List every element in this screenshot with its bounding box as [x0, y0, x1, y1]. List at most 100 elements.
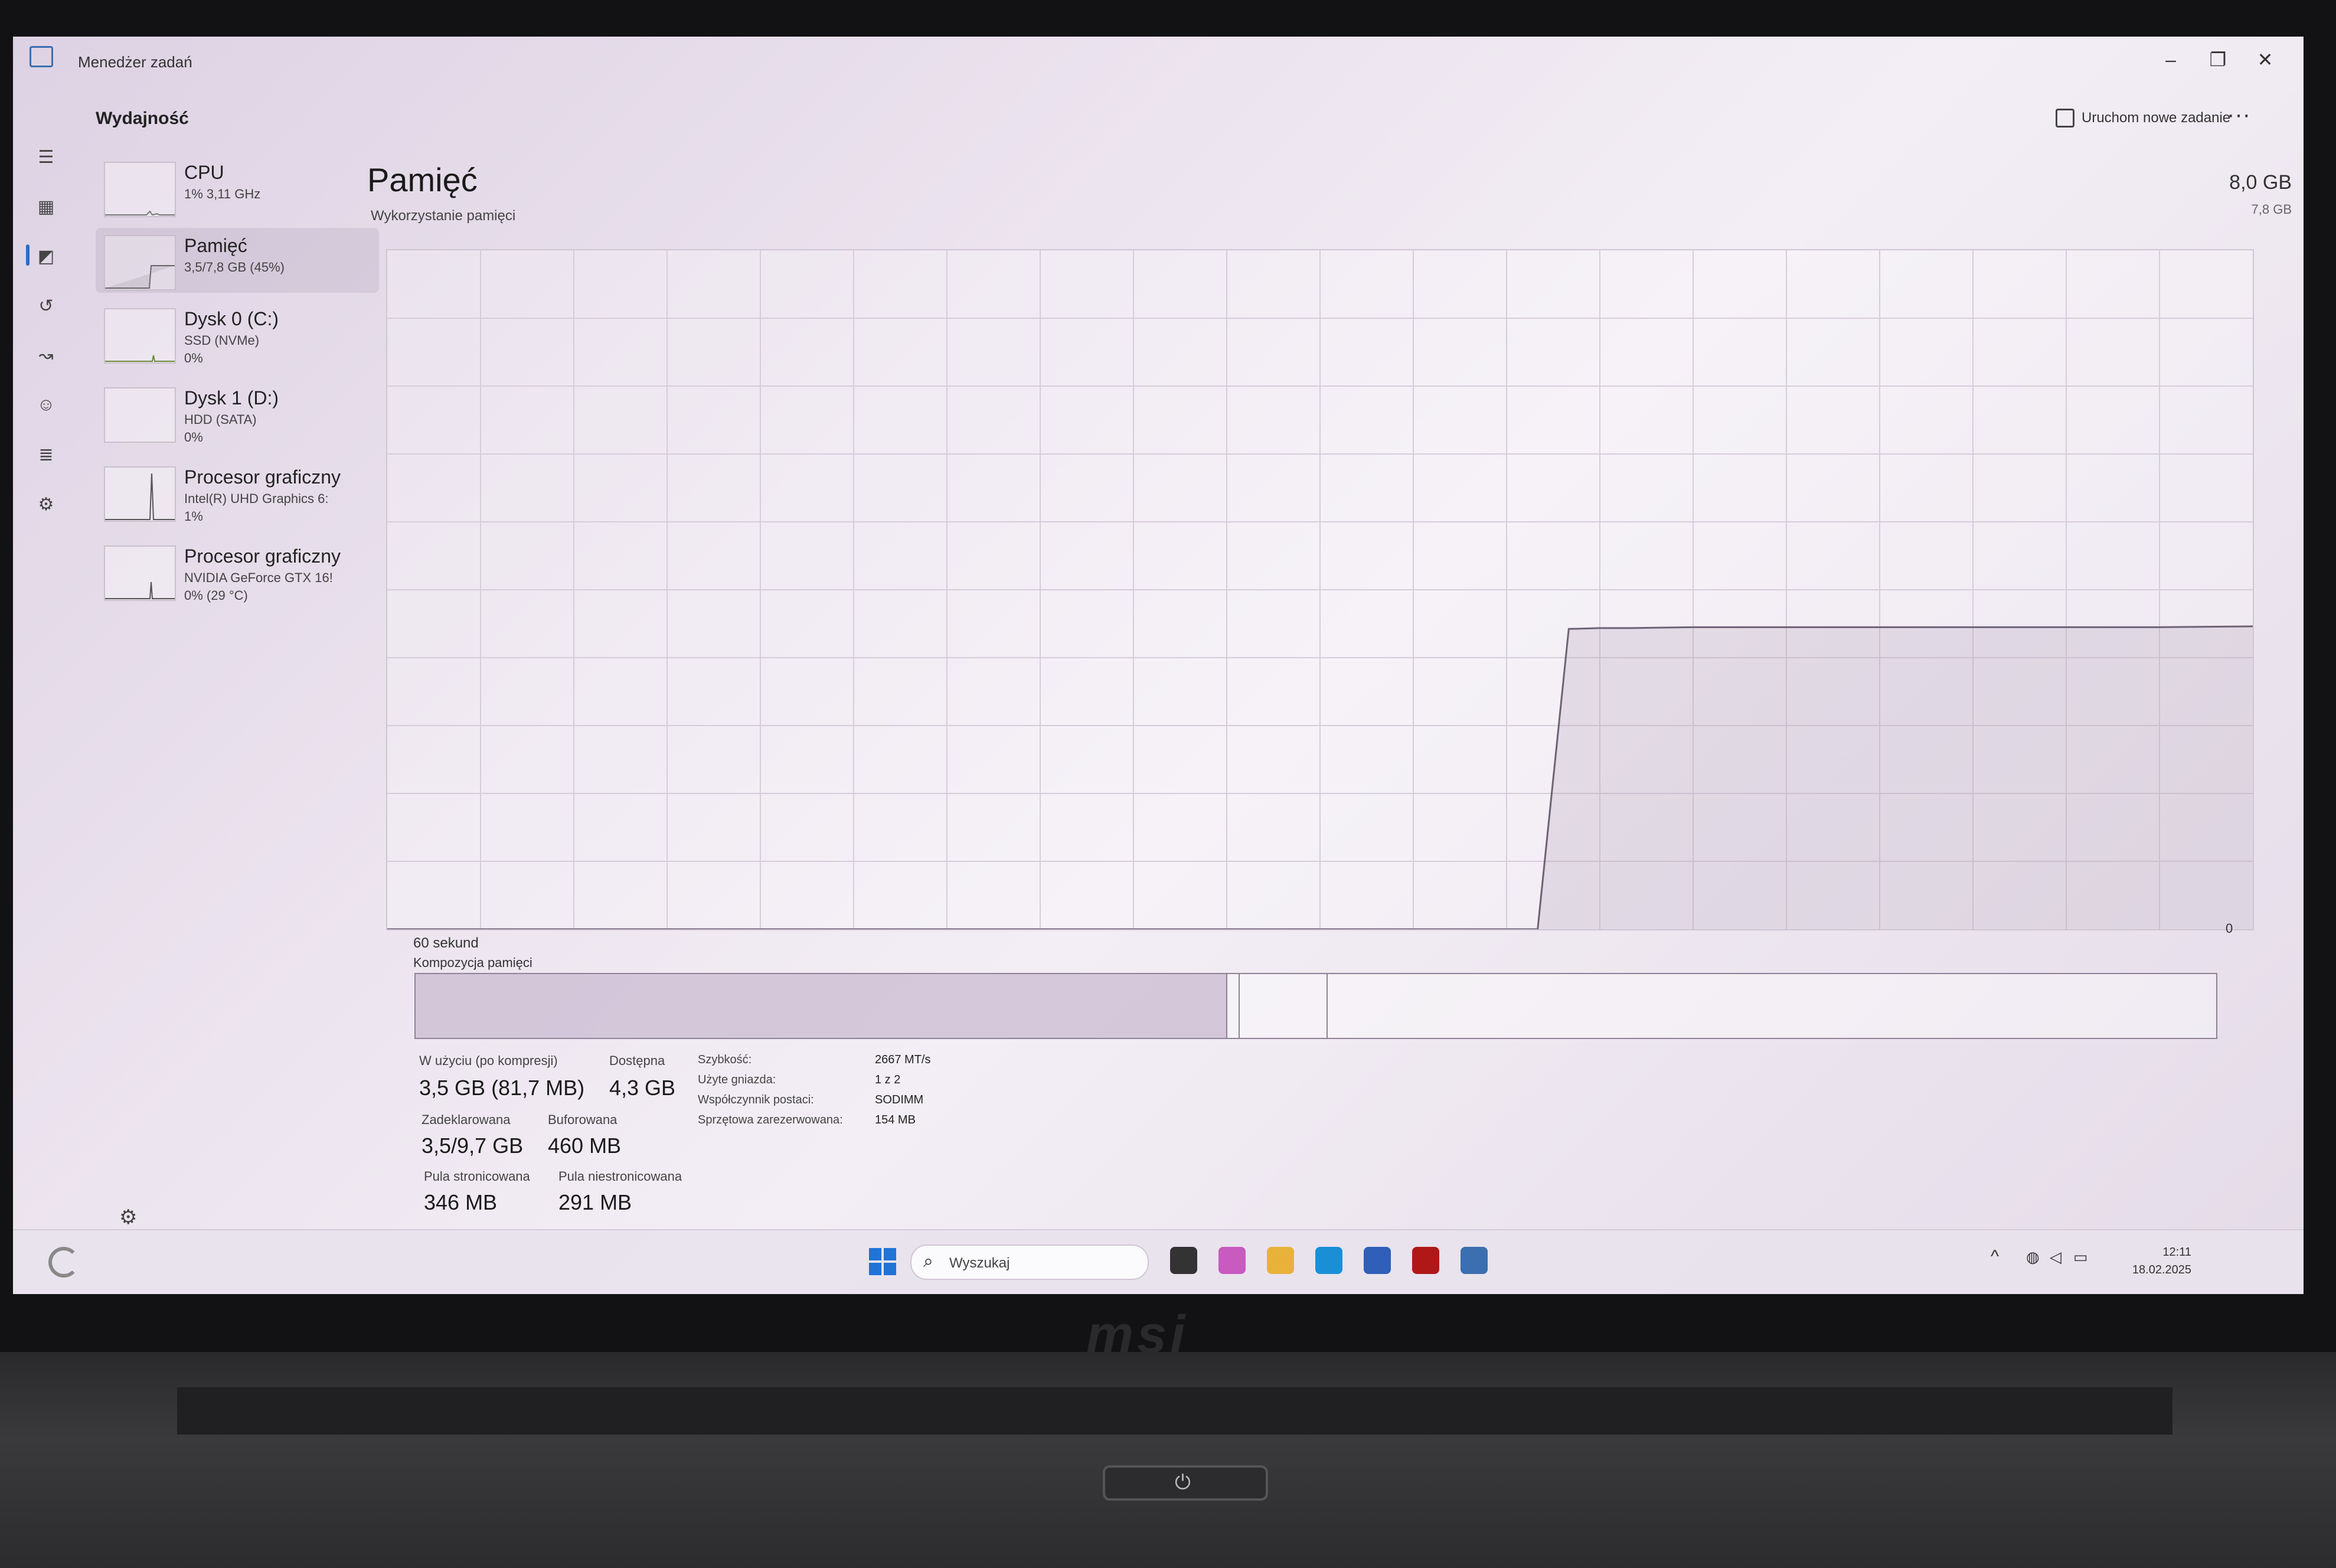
minimize-button[interactable]: –: [2150, 45, 2191, 74]
search-placeholder: Wyszukaj: [949, 1255, 1010, 1271]
speed-label: Szybkość:: [698, 1053, 752, 1066]
sidebar-item-detail: Intel(R) UHD Graphics 6:: [184, 491, 329, 506]
sidebar-item-detail: HDD (SATA): [184, 412, 257, 427]
sidebar-item-name: CPU: [184, 162, 224, 183]
nonpaged-pool-value: 291 MB: [558, 1190, 632, 1214]
msi-app-icon[interactable]: [1412, 1247, 1439, 1274]
clock-time: 12:11: [2162, 1246, 2191, 1259]
sidebar-item-detail: 3,5/7,8 GB (45%): [184, 260, 285, 275]
startup-icon[interactable]: ↝: [34, 344, 58, 367]
sidebar-item-disk-0[interactable]: Dysk 0 (C:) SSD (NVMe) 0%: [96, 301, 379, 366]
clock-date: 18.02.2025: [2132, 1263, 2191, 1276]
widgets-icon[interactable]: [48, 1247, 79, 1278]
laptop-hinge: [177, 1387, 2172, 1435]
services-icon[interactable]: ⚙: [34, 492, 58, 516]
memory-usage-chart: [386, 249, 2254, 930]
composition-standby: [1239, 974, 1328, 1038]
active-indicator: [26, 244, 30, 266]
tray-overflow-icon[interactable]: ^: [1991, 1247, 1999, 1267]
more-options-button[interactable]: ···: [2227, 102, 2250, 128]
hw-reserved-value: 154 MB: [875, 1113, 916, 1126]
taskbar: ⌕ Wyszukaj ^ ◍ ◁ ▭ 12:11 18.02.2025: [13, 1229, 2304, 1294]
nav-rail: ☰ ▦ ◩ ↺ ↝ ☺ ≣ ⚙: [13, 96, 78, 1276]
speed-value: 2667 MT/s: [875, 1053, 931, 1066]
gpu-1-thumbnail: [104, 545, 176, 601]
processes-icon[interactable]: ▦: [34, 195, 58, 218]
settings-icon[interactable]: ⚙: [119, 1206, 137, 1229]
hw-reserved-label: Sprzętowa zarezerwowana:: [698, 1113, 843, 1126]
form-factor-value: SODIMM: [875, 1093, 924, 1106]
volume-icon[interactable]: ◁: [2050, 1248, 2061, 1266]
form-factor-label: Współczynnik postaci:: [698, 1093, 814, 1106]
sidebar-item-detail: NVIDIA GeForce GTX 16!: [184, 570, 333, 585]
sidebar-item-usage: 0% (29 °C): [184, 588, 248, 603]
store-icon[interactable]: [1364, 1247, 1391, 1274]
clock[interactable]: 12:11 18.02.2025: [2115, 1243, 2191, 1279]
sidebar-item-cpu[interactable]: CPU 1% 3,11 GHz: [96, 155, 379, 220]
history-icon[interactable]: ↺: [34, 294, 58, 318]
taskbar-search[interactable]: ⌕ Wyszukaj: [910, 1244, 1149, 1280]
details-icon[interactable]: ≣: [34, 443, 58, 466]
disk-0-thumbnail: [104, 308, 176, 364]
maximize-button[interactable]: ❐: [2197, 45, 2239, 74]
sidebar-item-gpu-0[interactable]: Procesor graficzny Intel(R) UHD Graphics…: [96, 459, 379, 524]
sidebar-item-usage: 0%: [184, 351, 203, 365]
file-explorer-icon[interactable]: [1267, 1247, 1294, 1274]
start-button[interactable]: [869, 1248, 896, 1275]
in-use-value: 3,5 GB (81,7 MB): [419, 1076, 585, 1100]
battery-icon[interactable]: ▭: [2073, 1248, 2088, 1266]
task-manager-taskbar-icon[interactable]: [1461, 1247, 1488, 1274]
network-icon[interactable]: ◍: [2026, 1248, 2040, 1266]
sidebar-item-name: Pamięć: [184, 235, 247, 256]
available-value: 4,3 GB: [609, 1076, 676, 1100]
memory-thumbnail: [104, 235, 176, 290]
copilot-icon[interactable]: [1218, 1247, 1246, 1274]
sidebar-item-usage: 1%: [184, 509, 203, 524]
memory-composition-bar: [414, 973, 2217, 1039]
gpu-0-thumbnail: [104, 466, 176, 522]
run-new-task-button[interactable]: Uruchom nowe zadanie: [2056, 109, 2230, 128]
sidebar-item-usage: 0%: [184, 430, 203, 445]
search-icon: ⌕: [923, 1252, 933, 1271]
brand-logo: msi: [1086, 1305, 1189, 1364]
sidebar-item-name: Dysk 0 (C:): [184, 308, 279, 329]
users-icon[interactable]: ☺: [34, 393, 58, 417]
sidebar-item-name: Procesor graficzny: [184, 545, 341, 567]
power-button[interactable]: ⏻: [1103, 1465, 1268, 1501]
chart-svg: [387, 250, 2253, 930]
committed-value: 3,5/9,7 GB: [422, 1133, 524, 1158]
disk-1-thumbnail: [104, 387, 176, 443]
power-icon: ⏻: [1175, 1471, 1191, 1494]
sidebar-item-gpu-1[interactable]: Procesor graficzny NVIDIA GeForce GTX 16…: [96, 538, 379, 603]
edge-icon[interactable]: [1315, 1247, 1342, 1274]
x-axis-left-label: 60 sekund: [413, 935, 479, 951]
close-button[interactable]: ✕: [2244, 45, 2286, 74]
hamburger-icon[interactable]: ☰: [34, 145, 58, 169]
composition-label: Kompozycja pamięci: [413, 955, 532, 970]
sidebar-item-memory[interactable]: Pamięć 3,5/7,8 GB (45%): [96, 228, 379, 293]
paged-pool-value: 346 MB: [424, 1190, 498, 1214]
sidebar-item-name: Procesor graficzny: [184, 466, 341, 488]
x-axis-right-label: 0: [2226, 921, 2233, 936]
composition-modified: [1226, 974, 1240, 1038]
in-use-label: W użyciu (po kompresji): [419, 1053, 558, 1068]
laptop-deck: [0, 1352, 2336, 1568]
run-task-label: Uruchom nowe zadanie: [2082, 110, 2231, 126]
committed-label: Zadeklarowana: [422, 1112, 511, 1127]
sidebar-item-detail: SSD (NVMe): [184, 333, 260, 348]
available-label: Dostępna: [609, 1053, 665, 1068]
slots-label: Użyte gniazda:: [698, 1073, 776, 1086]
paged-pool-label: Pula stronicowana: [424, 1169, 530, 1184]
cached-value: 460 MB: [548, 1133, 622, 1158]
sidebar-item-disk-1[interactable]: Dysk 1 (D:) HDD (SATA) 0%: [96, 380, 379, 445]
task-view-icon[interactable]: [1170, 1247, 1197, 1274]
performance-icon[interactable]: ◩: [34, 244, 58, 268]
memory-total: 8,0 GB: [2229, 171, 2292, 194]
page-title: Wydajność: [96, 109, 189, 128]
resource-list: CPU 1% 3,11 GHz Pamięć 3,5/7,8 GB (45%) …: [96, 155, 391, 745]
screen: Menedżer zadań – ❐ ✕ ☰ ▦ ◩ ↺ ↝ ☺ ≣ ⚙ Wyd…: [13, 37, 2304, 1294]
composition-in-use: [416, 974, 1227, 1038]
slots-value: 1 z 2: [875, 1073, 901, 1086]
sidebar-item-name: Dysk 1 (D:): [184, 387, 279, 409]
cached-label: Buforowana: [548, 1112, 618, 1127]
